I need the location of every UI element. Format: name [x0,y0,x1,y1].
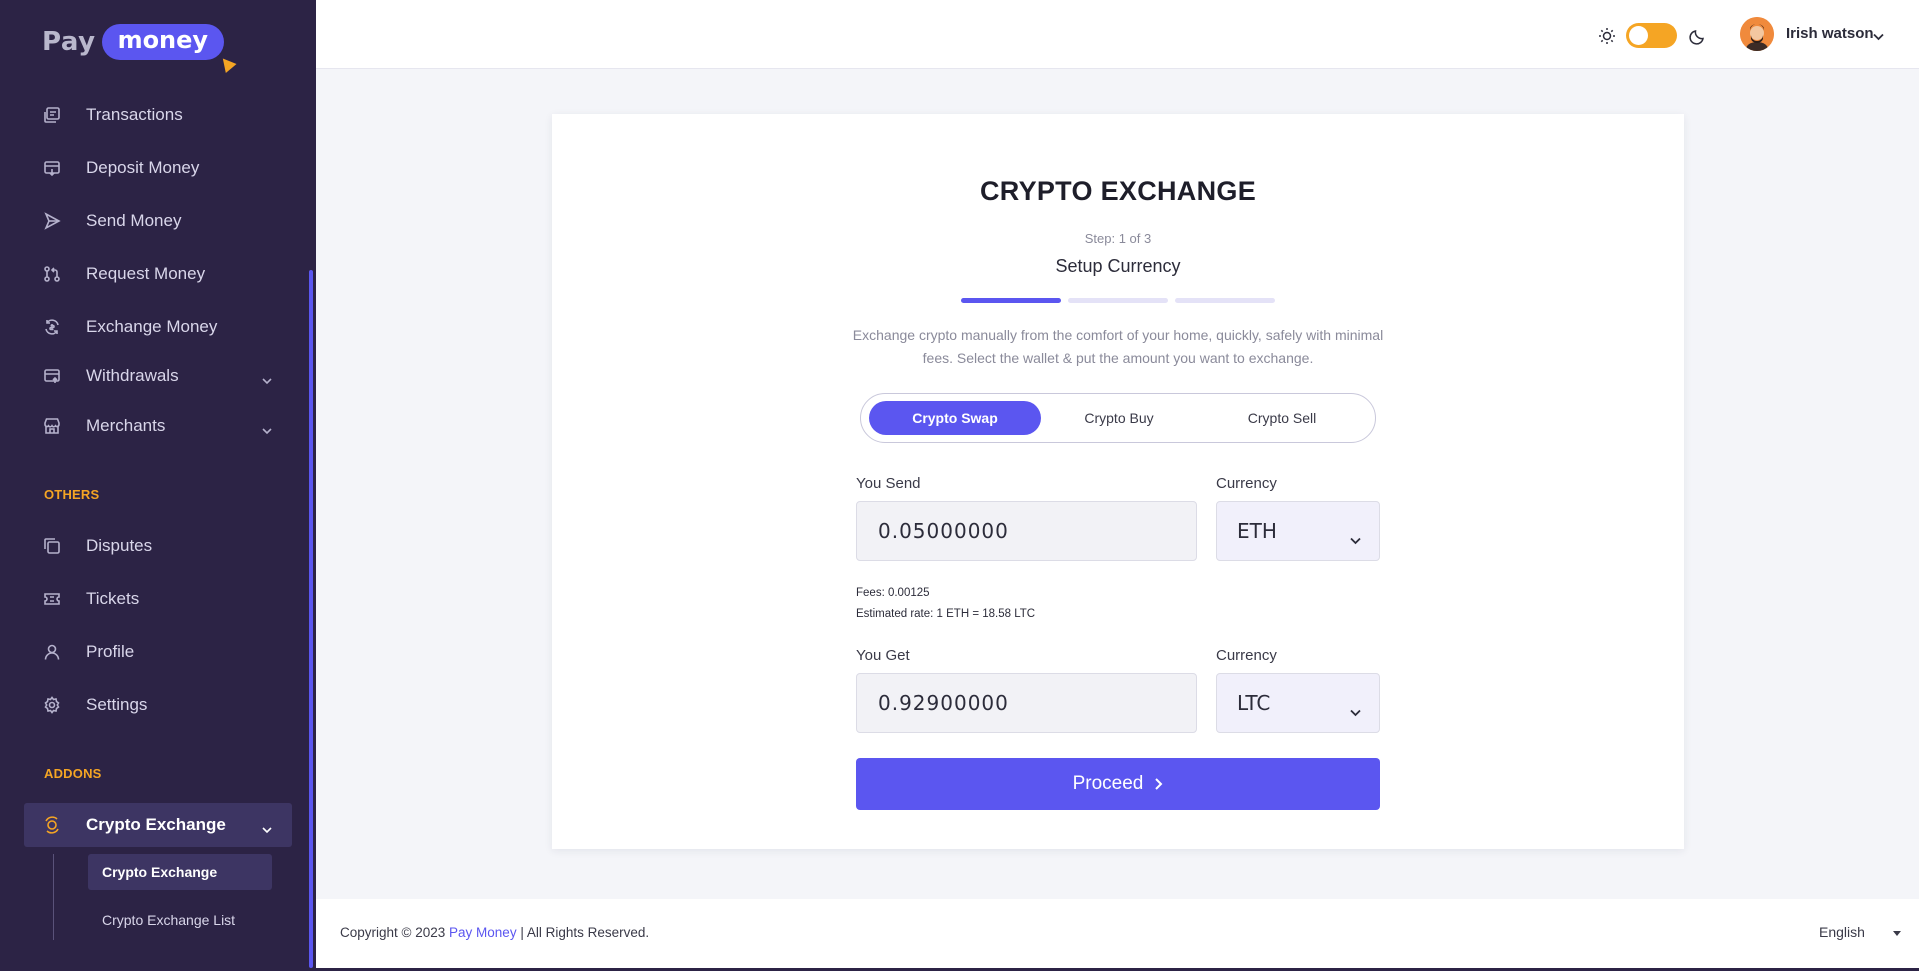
sidebar-item-label: Disputes [86,536,153,555]
page-title: CRYPTO EXCHANGE [979,176,1257,206]
copyright-text: Copyright © 2023 Pay Money | All Rights … [340,925,649,940]
section-label-others: OTHERS [44,487,100,502]
sidebar-subitem-crypto-exchange[interactable]: Crypto Exchange [88,854,272,890]
withdrawals-icon [43,367,61,385]
chevron-down-icon [1350,699,1361,717]
toggle-knob [1629,26,1648,45]
sidebar-item-label: Send Money [86,211,182,230]
tab-crypto-swap[interactable]: Crypto Swap [869,401,1041,435]
exchange-description: Exchange crypto manually from the comfor… [852,327,1384,366]
sidebar-item-label: Transactions [86,105,183,124]
logo-cursor-icon [217,54,237,73]
chevron-down-icon [262,371,272,385]
request-icon [43,265,61,283]
sidebar-item-profile[interactable]: Profile [0,632,292,672]
copyright-suffix: | All Rights Reserved. [520,925,650,940]
proceed-button[interactable]: Proceed [856,758,1380,810]
sidebar-item-label: Deposit Money [86,158,200,177]
progress-step-2 [1068,298,1168,303]
sun-icon [1598,27,1616,45]
moon-icon [1689,27,1707,45]
sidebar-item-label: Request Money [86,264,206,283]
exchange-icon [43,318,61,336]
logo-money-text: money [117,26,209,54]
sidebar-item-disputes[interactable]: Disputes [0,526,292,566]
sidebar-item-send-money[interactable]: Send Money [0,201,292,241]
step-title: Setup Currency [1055,256,1181,276]
sidebar-item-exchange-money[interactable]: Exchange Money [0,307,292,347]
profile-icon [43,643,61,661]
chevron-down-icon[interactable] [1873,29,1884,41]
exchange-type-tabs: Crypto Swap Crypto Buy Crypto Sell [860,393,1376,443]
you-get-label: You Get [856,647,910,664]
tickets-icon [43,590,61,608]
sidebar-item-tickets[interactable]: Tickets [0,579,292,619]
you-get-input[interactable]: 0.92900000 [856,673,1197,733]
send-currency-label: Currency [1216,475,1277,492]
chevron-right-icon [1155,778,1163,790]
language-select[interactable]: English [1819,924,1865,940]
sidebar-item-settings[interactable]: Settings [0,685,292,725]
progress-step-3 [1175,298,1275,303]
you-send-input[interactable]: 0.05000000 [856,501,1197,561]
chevron-down-icon [1350,527,1361,545]
gear-icon [43,696,61,714]
sidebar-item-label: Exchange Money [86,317,218,336]
fees-text: Fees: 0.00125 [856,587,930,599]
disputes-icon [43,537,61,555]
get-currency-label: Currency [1216,647,1277,664]
top-header: Irish watson [316,0,1919,69]
copyright-brand-link[interactable]: Pay Money [449,925,517,940]
crypto-exchange-card: CRYPTO EXCHANGE Step: 1 of 3 Setup Curre… [552,114,1684,849]
get-currency-select[interactable]: LTC [1216,673,1380,733]
sidebar-subitem-crypto-exchange-list[interactable]: Crypto Exchange List [88,902,235,938]
deposit-icon [43,159,61,177]
get-currency-value: LTC [1237,691,1271,715]
sidebar-item-withdrawals[interactable]: Withdrawals [0,356,292,396]
send-currency-select[interactable]: ETH [1216,501,1380,561]
merchants-icon [43,417,61,435]
submenu-line [53,854,54,940]
theme-toggle[interactable] [1626,23,1677,48]
sidebar-item-merchants[interactable]: Merchants [0,406,292,446]
tab-crypto-sell[interactable]: Crypto Sell [1196,401,1368,435]
you-send-label: You Send [856,475,921,492]
send-currency-value: ETH [1237,519,1277,543]
tab-crypto-buy[interactable]: Crypto Buy [1033,401,1205,435]
sidebar-item-crypto-exchange[interactable]: Crypto Exchange [24,803,292,847]
send-icon [43,212,61,230]
logo-money-badge: money [101,24,237,73]
sidebar-item-transactions[interactable]: Transactions [0,95,292,135]
avatar[interactable] [1740,17,1774,51]
sidebar-item-label: Crypto Exchange [86,815,226,834]
estimated-rate-text: Estimated rate: 1 ETH = 18.58 LTC [856,608,1036,620]
sidebar-item-label: Merchants [86,416,166,435]
chevron-down-icon [262,421,272,435]
section-label-addons: ADDONS [44,766,102,781]
step-indicator: Step: 1 of 3 [1084,231,1152,246]
sidebar-item-label: Withdrawals [86,366,179,385]
sidebar-item-deposit-money[interactable]: Deposit Money [0,148,292,188]
transactions-icon [43,106,61,124]
sidebar: Pay money Transactions Deposit Money Sen… [0,0,316,968]
sidebar-scrollbar[interactable] [309,270,313,968]
footer: Copyright © 2023 Pay Money | All Rights … [316,899,1919,968]
logo-pay-text: Pay [42,27,96,57]
proceed-label: Proceed [1072,773,1144,794]
caret-down-icon[interactable] [1893,931,1901,936]
sidebar-item-label: Settings [86,695,148,714]
brand-logo[interactable]: Pay money [42,22,237,73]
chevron-down-icon [262,820,272,834]
user-name[interactable]: Irish watson [1786,25,1874,42]
sidebar-item-label: Tickets [86,589,140,608]
copyright-prefix: Copyright © 2023 [340,925,446,940]
sidebar-item-request-money[interactable]: Request Money [0,254,292,294]
crypto-exchange-icon [43,816,61,834]
sidebar-item-label: Profile [86,642,135,661]
progress-step-1 [961,298,1061,303]
